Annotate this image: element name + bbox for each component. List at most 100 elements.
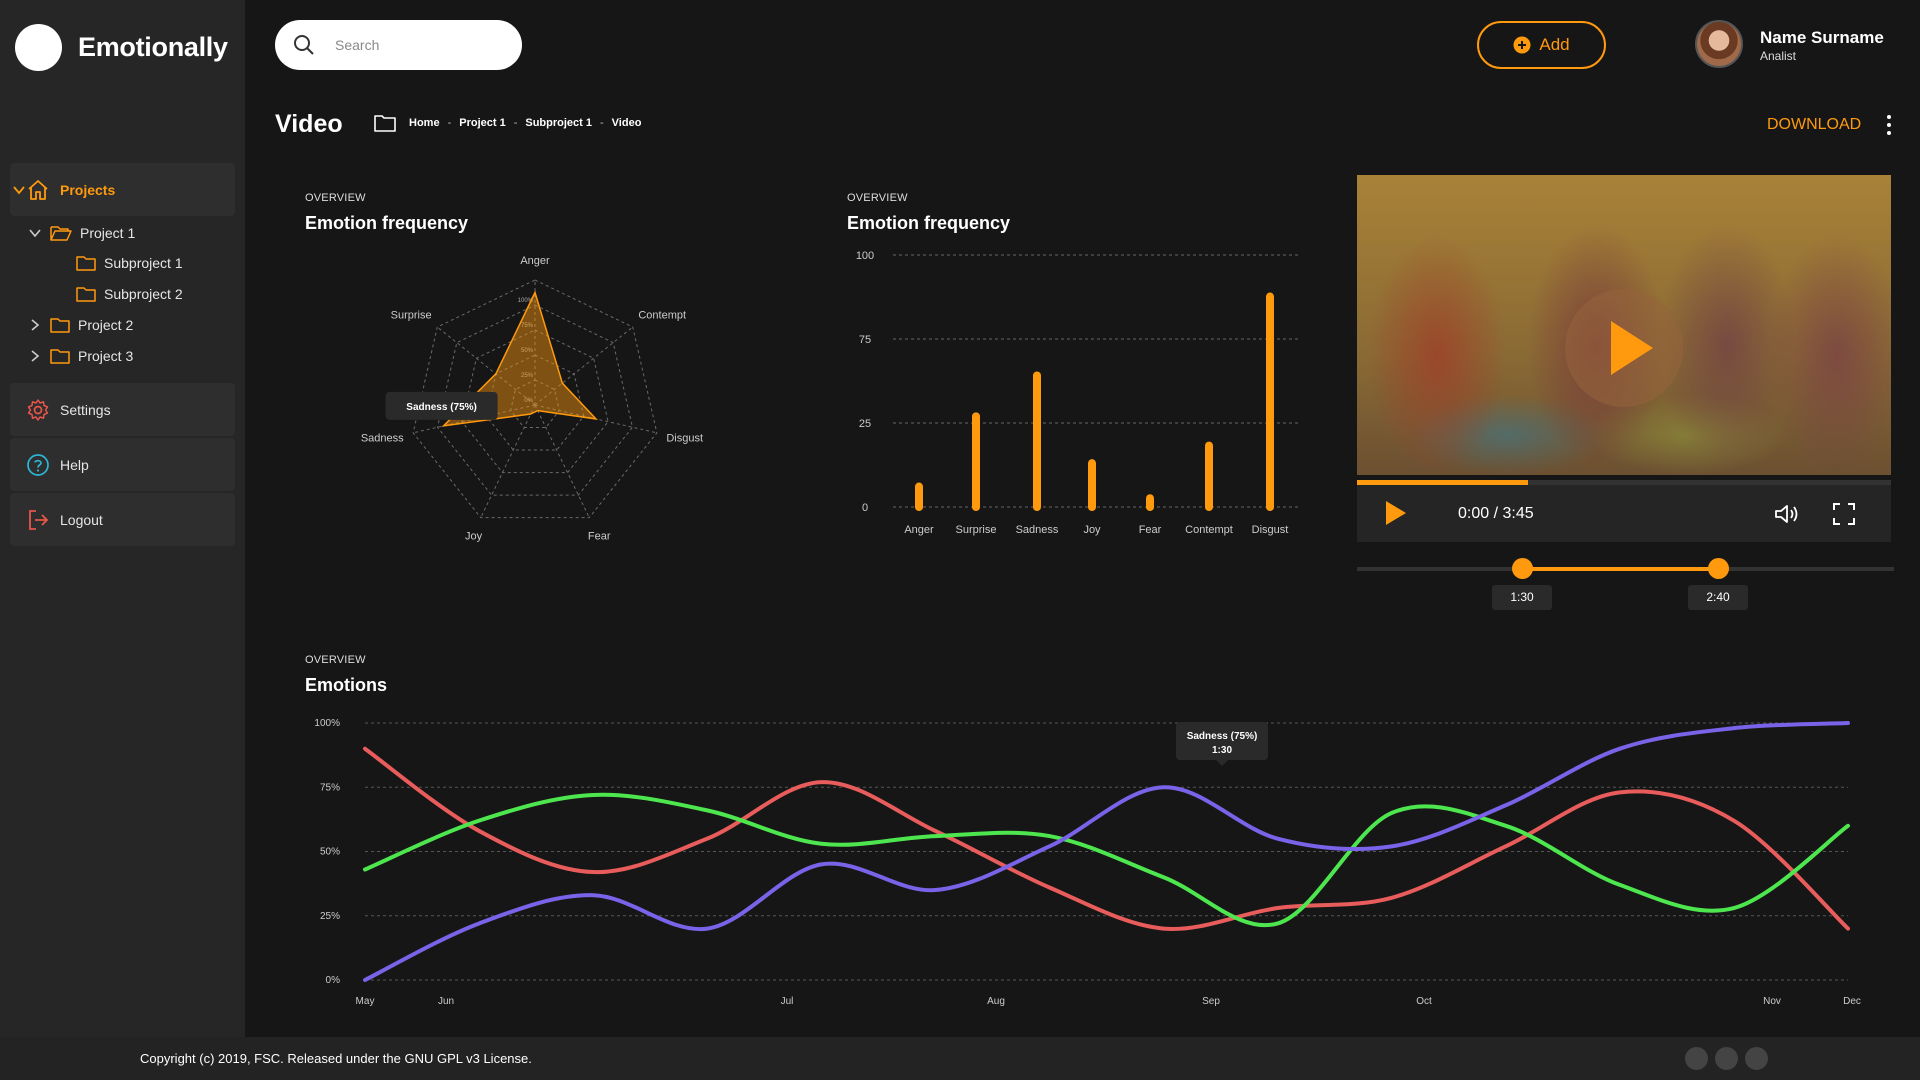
search-icon <box>294 35 314 55</box>
video-controls <box>1357 485 1891 542</box>
folder-open-icon <box>50 226 72 241</box>
play-icon <box>1611 321 1653 375</box>
sidebar-item-help[interactable]: Help <box>10 438 235 491</box>
tree-item-label: Project 1 <box>80 225 136 241</box>
line-chart: 100% 75% 50% 25% 0% May Jun Jul Aug Sep Oct Nov Dec S… <box>314 718 1860 1007</box>
line-title: Emotions <box>305 675 388 695</box>
bar-x-label: Sadness <box>1016 524 1059 536</box>
line-x-label: Nov <box>1763 996 1781 1007</box>
breadcrumb-item-home[interactable]: Home <box>409 117 440 129</box>
sidebar-item-label: Help <box>60 456 89 473</box>
radar-spoke <box>480 404 536 518</box>
chevron-right-icon <box>31 319 40 331</box>
radar-tooltip-text: Sadness (75%) <box>406 402 477 413</box>
download-link[interactable]: DOWNLOAD <box>1767 116 1861 134</box>
line-y-tick: 0% <box>326 975 341 986</box>
line-x-label: Jul <box>781 996 794 1007</box>
tree-item-subproject-2[interactable]: Subproject 2 <box>76 286 183 302</box>
bar-x-label: Anger <box>904 524 934 536</box>
video-time: 0:00 / 3:45 <box>1458 505 1534 522</box>
volume-icon[interactable] <box>1774 503 1800 525</box>
gear-icon <box>27 399 49 421</box>
brand[interactable]: Emotionally <box>15 24 228 71</box>
bar-chart: 100 75 25 0 Anger Surprise Sadness Joy Fear Conte… <box>856 250 1300 536</box>
tree-item-subproject-1[interactable]: Subproject 1 <box>76 255 183 271</box>
footer-social-links <box>1685 1047 1775 1070</box>
range-end-handle[interactable] <box>1708 558 1729 579</box>
breadcrumb-item-subproject[interactable]: Subproject 1 <box>525 117 592 129</box>
more-options-icon[interactable] <box>1884 115 1894 137</box>
tree-item-label: Project 2 <box>78 317 134 333</box>
chevron-down-icon <box>29 229 41 238</box>
tree-item-label: Subproject 2 <box>104 286 183 302</box>
radar-axis-label: Disgust <box>666 432 703 444</box>
video-big-play-button[interactable] <box>1565 289 1683 407</box>
social-icon[interactable] <box>1715 1047 1738 1070</box>
radar-spoke <box>534 404 590 518</box>
radar-axis-label: Anger <box>520 255 550 267</box>
line-series <box>363 792 1850 928</box>
sidebar: Emotionally Projects Project 1 Subprojec… <box>0 0 245 1037</box>
sidebar-item-settings[interactable]: Settings <box>10 383 235 436</box>
bar-x-label: Surprise <box>956 524 997 536</box>
sidebar-item-logout[interactable]: Logout <box>10 493 235 546</box>
line-x-label: Sep <box>1202 996 1220 1007</box>
line-tooltip-text: Sadness (75%) <box>1187 731 1258 742</box>
user-name: Name Surname <box>1760 28 1884 47</box>
clip-range-fill <box>1522 567 1718 571</box>
breadcrumb-item-project[interactable]: Project 1 <box>459 117 505 129</box>
tree-item-label: Project 3 <box>78 348 134 364</box>
social-icon[interactable] <box>1745 1047 1768 1070</box>
add-button[interactable]: Add <box>1477 21 1606 69</box>
sidebar-item-label: Projects <box>60 181 116 198</box>
social-icon[interactable] <box>1685 1047 1708 1070</box>
line-y-tick: 50% <box>320 847 340 858</box>
folder-icon <box>76 287 96 302</box>
sidebar-item-projects[interactable]: Projects <box>10 163 235 216</box>
bar-y-tick: 0 <box>862 502 868 514</box>
play-icon[interactable] <box>1384 500 1408 526</box>
sidebar-item-label: Settings <box>60 401 111 418</box>
line-y-tick: 25% <box>320 911 340 922</box>
avatar[interactable] <box>1695 20 1743 68</box>
line-x-label: Jun <box>438 996 454 1007</box>
radar-axis-label: Fear <box>588 531 611 543</box>
bar-x-label: Contempt <box>1185 524 1233 536</box>
radar-axis-label: Surprise <box>391 310 432 322</box>
line-overline: OVERVIEW <box>305 654 366 666</box>
range-start-handle[interactable] <box>1512 558 1533 579</box>
bar-title: Emotion frequency <box>847 213 1011 233</box>
radar-axis-label: Contempt <box>638 310 686 322</box>
line-x-label: Oct <box>1416 996 1432 1007</box>
bar-x-label: Joy <box>1083 524 1101 536</box>
bar-x-label: Fear <box>1139 524 1162 536</box>
bar-y-tick: 75 <box>859 334 871 346</box>
line-series <box>363 746 1850 932</box>
tree-item-label: Subproject 1 <box>104 255 183 271</box>
logout-icon <box>29 510 49 530</box>
line-y-tick: 100% <box>314 718 340 729</box>
range-start-label: 1:30 <box>1492 585 1552 610</box>
tree-item-project-3[interactable]: Project 3 <box>28 348 133 364</box>
bar-overline: OVERVIEW <box>847 192 908 204</box>
radar-title: Emotion frequency <box>305 213 469 233</box>
line-x-label: May <box>356 996 375 1007</box>
fullscreen-icon[interactable] <box>1833 503 1855 525</box>
breadcrumb-item-current: Video <box>611 117 642 129</box>
radar-axis-label: Sadness <box>361 432 404 444</box>
line-tooltip-arrow <box>1216 760 1228 766</box>
line-y-tick: 75% <box>320 782 340 793</box>
line-tooltip-time: 1:30 <box>1212 745 1232 756</box>
tree-item-project-1[interactable]: Project 1 <box>28 224 135 242</box>
bar-x-label: Disgust <box>1252 524 1289 536</box>
radar-axis-label: Joy <box>465 531 483 543</box>
breadcrumb: Home - Project 1 - Subproject 1 - Video <box>374 114 641 132</box>
search-bar[interactable] <box>275 20 522 70</box>
breadcrumb-separator: - <box>513 117 518 129</box>
range-end-label: 2:40 <box>1688 585 1748 610</box>
user-role: Analist <box>1760 49 1797 63</box>
tree-item-project-2[interactable]: Project 2 <box>28 317 133 333</box>
search-input[interactable] <box>335 34 505 56</box>
breadcrumb-separator: - <box>600 117 604 129</box>
folder-icon <box>76 256 96 271</box>
